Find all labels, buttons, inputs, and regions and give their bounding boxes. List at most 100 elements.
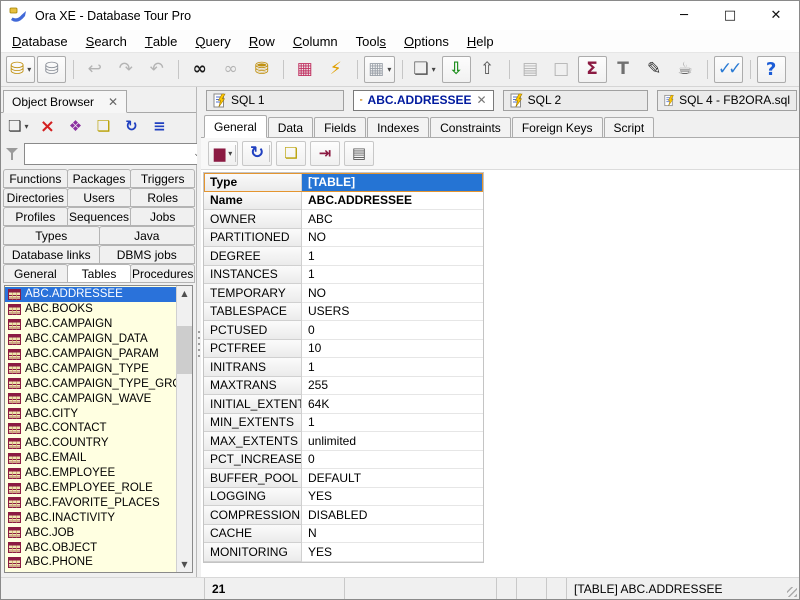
property-key[interactable]: TEMPORARY (204, 284, 302, 303)
object-filter-input[interactable] (25, 145, 188, 163)
menu-tools[interactable]: Tools (347, 30, 395, 52)
search-in-database-button[interactable]: ⛃ (247, 56, 276, 83)
property-key[interactable]: DEGREE (204, 247, 302, 266)
edit-blob-button[interactable]: ✎ (640, 56, 669, 83)
property-value[interactable]: N (302, 525, 483, 544)
tab-java[interactable]: Java (99, 226, 196, 245)
tab-packages[interactable]: Packages (67, 169, 132, 188)
tab-users[interactable]: Users (67, 188, 132, 207)
tab-triggers[interactable]: Triggers (130, 169, 195, 188)
export-data-button[interactable]: ⇧ (473, 56, 502, 83)
import-data-button[interactable]: ⇩ (442, 56, 471, 83)
table-list-item[interactable]: ABC.EMPLOYEE (5, 466, 176, 481)
sessions-button[interactable]: ☕ (671, 56, 700, 83)
table-list-item[interactable]: ABC.OBJECT (5, 540, 176, 555)
property-key[interactable]: COMPRESSION (204, 506, 302, 525)
menu-table[interactable]: Table (136, 30, 187, 52)
doc-tab-sql-4[interactable]: SQL 4 - FB2ORA.sql ✕ (657, 90, 797, 111)
object-details-button[interactable]: ≡ (146, 115, 172, 138)
property-value[interactable]: unlimited (302, 432, 483, 451)
scroll-down-button[interactable]: ▼ (177, 557, 192, 572)
property-key[interactable]: INITIAL_EXTENT (204, 395, 302, 414)
property-key[interactable]: CACHE (204, 525, 302, 544)
table-list-item[interactable]: ABC.BOOKS (5, 302, 176, 317)
menu-search[interactable]: Search (77, 30, 136, 52)
table-list-item[interactable]: ABC.CAMPAIGN_PARAM (5, 347, 176, 362)
property-key[interactable]: MAXTRANS (204, 377, 302, 396)
tab-tables[interactable]: Tables (67, 264, 132, 283)
close-button[interactable]: ✕ (753, 1, 799, 30)
help-button[interactable]: ? (757, 56, 786, 83)
doc-tab-sql-1[interactable]: SQL 1 ✕ (206, 90, 344, 111)
validate-button[interactable]: ✓✓ (714, 56, 743, 83)
table-list-item[interactable]: ABC.CAMPAIGN_WAVE (5, 391, 176, 406)
table-list-item[interactable]: ABC.CAMPAIGN_TYPE_GRO (5, 376, 176, 391)
panel-close-icon[interactable]: ✕ (108, 95, 118, 109)
replace-button[interactable]: ∞ (216, 56, 245, 83)
property-key[interactable]: MIN_EXTENTS (204, 414, 302, 433)
menu-options[interactable]: Options (395, 30, 458, 52)
property-key[interactable]: Name (204, 192, 302, 211)
property-value[interactable]: [TABLE] (302, 173, 483, 192)
table-list-item[interactable]: ABC.ADDRESSEE (5, 287, 176, 302)
tab-sequences[interactable]: Sequences (67, 207, 132, 226)
property-value[interactable]: 1 (302, 247, 483, 266)
doc-tab-abc-addressee[interactable]: ABC.ADDRESSEE ✕ (353, 90, 493, 111)
scrollbar-thumb[interactable] (177, 326, 192, 374)
export-properties-button[interactable]: ⇥ (310, 141, 340, 166)
drop-object-button[interactable]: × (34, 115, 60, 138)
property-value[interactable]: DEFAULT (302, 469, 483, 488)
property-value[interactable]: 0 (302, 451, 483, 470)
connect-database-button[interactable]: ⛁ (6, 56, 35, 83)
close-document-icon[interactable]: ✕ (477, 93, 487, 107)
property-value[interactable]: 1 (302, 266, 483, 285)
tab-database-links[interactable]: Database links (3, 245, 100, 264)
property-key[interactable]: BUFFER_POOL (204, 469, 302, 488)
minimize-button[interactable]: ─ (661, 1, 707, 30)
property-value[interactable]: USERS (302, 303, 483, 322)
menu-help[interactable]: Help (458, 30, 503, 52)
copy-object-button[interactable]: ❏ (90, 115, 116, 138)
property-key[interactable]: PCTFREE (204, 340, 302, 359)
tab-directories[interactable]: Directories (3, 188, 68, 207)
scroll-up-button[interactable]: ▲ (177, 286, 192, 301)
property-value[interactable]: DISABLED (302, 506, 483, 525)
tab-roles[interactable]: Roles (130, 188, 195, 207)
execute-query-button[interactable]: ⚡ (321, 56, 350, 83)
table-list-item[interactable]: ABC.PHONE (5, 555, 176, 570)
menu-row[interactable]: Row (240, 30, 284, 52)
property-key[interactable]: MAX_EXTENTS (204, 432, 302, 451)
table-list-item[interactable]: ABC.EMPLOYEE_ROLE (5, 481, 176, 496)
menu-column[interactable]: Column (284, 30, 347, 52)
property-key[interactable]: PCT_INCREASE (204, 451, 302, 470)
create-table-button[interactable]: ▦ (290, 56, 319, 83)
disconnect-database-button[interactable]: ⛁ (37, 56, 66, 83)
tab-foreign-keys[interactable]: Foreign Keys (512, 117, 603, 137)
print-button[interactable]: ▤ (516, 56, 545, 83)
property-value[interactable]: 64K (302, 395, 483, 414)
refresh-objects-button[interactable]: ↻ (118, 115, 144, 138)
tab-general-detail[interactable]: General (204, 115, 267, 138)
table-list-item[interactable]: ABC.CITY (5, 406, 176, 421)
object-browser-tab[interactable]: Object Browser ✕ (3, 90, 127, 113)
table-list-item[interactable]: ABC.CAMPAIGN (5, 317, 176, 332)
property-value[interactable]: YES (302, 488, 483, 507)
property-value[interactable]: YES (302, 543, 483, 562)
maximize-button[interactable]: □ (707, 1, 753, 30)
find-button[interactable]: ∞ (185, 56, 214, 83)
property-key[interactable]: LOGGING (204, 488, 302, 507)
property-value[interactable]: NO (302, 284, 483, 303)
table-list-item[interactable]: ABC.FAVORITE_PLACES (5, 495, 176, 510)
undo-button[interactable]: ↶ (142, 56, 171, 83)
object-packages-button[interactable]: ❖ (62, 115, 88, 138)
tab-data[interactable]: Data (268, 117, 313, 137)
property-key[interactable]: Type (204, 173, 302, 192)
tab-general[interactable]: General (3, 264, 68, 283)
table-list-item[interactable]: ABC.CONTACT (5, 421, 176, 436)
aggregate-sum-button[interactable]: Σ (578, 56, 607, 83)
print-properties-button[interactable]: ▤ (344, 141, 374, 166)
print-preview-button[interactable]: □ (547, 56, 576, 83)
commit-button[interactable]: ↩ (80, 56, 109, 83)
tab-profiles[interactable]: Profiles (3, 207, 68, 226)
property-value[interactable]: 1 (302, 414, 483, 433)
